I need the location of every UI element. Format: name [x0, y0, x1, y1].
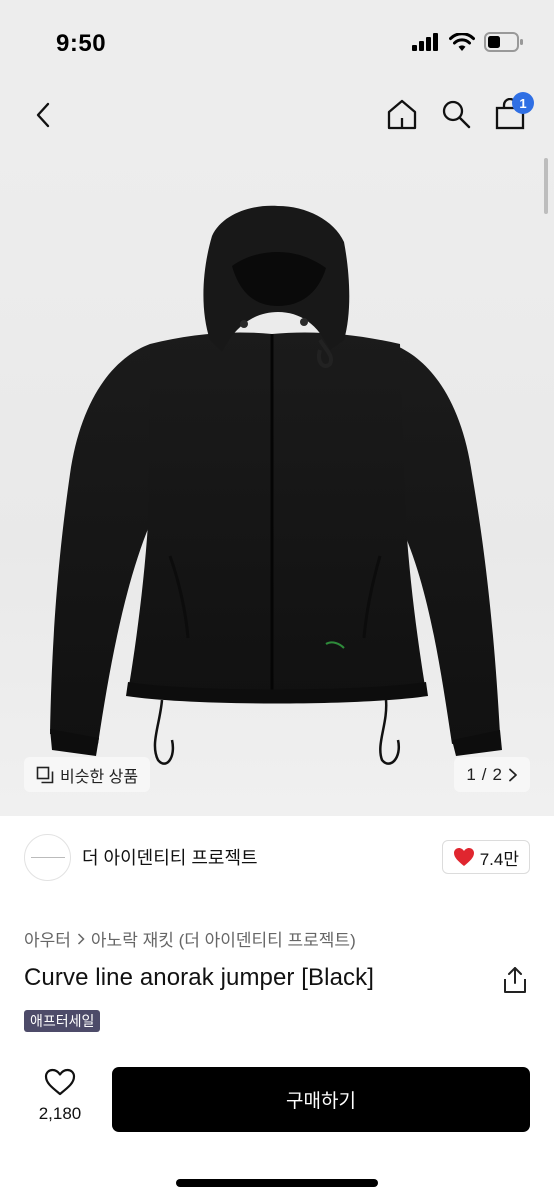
- wishlist-button[interactable]: 2,180: [26, 1068, 94, 1132]
- search-icon: [442, 100, 471, 129]
- brand-like-count: 7.4만: [479, 849, 519, 869]
- home-indicator: [176, 1179, 378, 1187]
- status-time: 9:50: [56, 30, 107, 57]
- product-title: Curve line anorak jumper [Black]: [24, 964, 375, 991]
- breadcrumb-item[interactable]: 아노락 재킷 (더 아이덴티티 프로젝트): [91, 926, 356, 951]
- heart-outline-icon: [44, 1068, 76, 1096]
- brand-name[interactable]: 더 아이덴티티 프로젝트: [82, 844, 258, 870]
- image-pager-button[interactable]: 1 / 2: [454, 757, 530, 792]
- similar-products-label: 비슷한 상품: [60, 768, 139, 786]
- brand-logo[interactable]: [24, 833, 71, 881]
- brand-logo-mark: [30, 856, 65, 858]
- page-separator: /: [481, 764, 487, 784]
- home-icon: [387, 99, 417, 130]
- search-button[interactable]: [438, 94, 474, 134]
- chevron-right-icon: [77, 932, 85, 945]
- chevron-left-icon: [36, 102, 50, 128]
- page-current: 1: [466, 764, 476, 784]
- brand-row: 더 아이덴티티 프로젝트 7.4만: [24, 833, 530, 881]
- breadcrumb: 아우터 아노락 재킷 (더 아이덴티티 프로젝트): [24, 926, 356, 951]
- nav-bar: 1: [0, 88, 554, 144]
- cart-button[interactable]: 1: [492, 92, 534, 134]
- page-total: 2: [492, 764, 502, 784]
- back-button[interactable]: [28, 98, 58, 132]
- share-button[interactable]: [502, 966, 528, 994]
- buy-button[interactable]: 구매하기: [112, 1067, 530, 1132]
- jacket-image: [50, 205, 502, 765]
- cart-count-badge: 1: [512, 92, 534, 114]
- copy-icon: [36, 766, 54, 783]
- status-icons: [412, 32, 524, 52]
- similar-products-button[interactable]: 비슷한 상품: [24, 757, 151, 792]
- wishlist-count: 2,180: [38, 1104, 82, 1123]
- home-button[interactable]: [384, 94, 420, 134]
- signal-icon: [412, 33, 438, 51]
- heart-filled-icon: [453, 848, 474, 866]
- brand-like-button[interactable]: 7.4만: [441, 840, 530, 874]
- wifi-icon: [449, 32, 475, 51]
- breadcrumb-item[interactable]: 아우터: [24, 926, 71, 951]
- product-image[interactable]: [0, 144, 554, 816]
- share-icon: [504, 967, 526, 993]
- status-bar: 9:50: [0, 0, 554, 88]
- chevron-right-icon: [509, 768, 517, 781]
- scroll-indicator: [544, 158, 548, 214]
- sale-badge: 애프터세일: [24, 1010, 101, 1032]
- battery-icon: [484, 32, 523, 52]
